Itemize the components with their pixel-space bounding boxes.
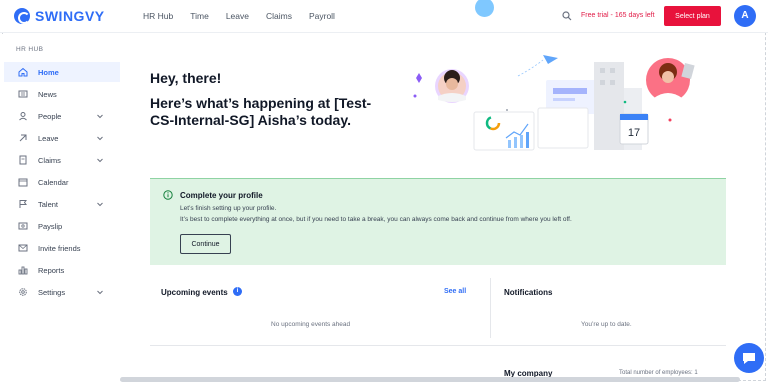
dashboard-illustration: 17 xyxy=(413,55,695,151)
sidebar-item-label: Calendar xyxy=(38,177,69,187)
sidebar-item-label: Home xyxy=(38,67,59,77)
sidebar-item-label: Payslip xyxy=(38,221,63,231)
notifications-empty: You’re up to date. xyxy=(581,321,632,328)
section-divider xyxy=(490,278,491,338)
chevron-down-icon xyxy=(97,290,103,295)
see-all-link[interactable]: See all xyxy=(444,288,466,295)
sidebar-item-calendar[interactable]: Calendar xyxy=(4,172,120,192)
sidebar-item-label: Talent xyxy=(38,199,59,209)
info-icon[interactable]: i xyxy=(233,287,242,296)
notifications-title: Notifications xyxy=(504,288,553,297)
calendar-day-number: 17 xyxy=(628,127,640,139)
talent-icon xyxy=(19,200,27,208)
profile-card-title: Complete your profile xyxy=(180,191,263,200)
sidebar-item-claims[interactable]: Claims xyxy=(4,150,120,170)
gear-icon xyxy=(19,288,27,296)
reports-icon xyxy=(18,266,28,275)
payslip-icon xyxy=(18,222,28,230)
topnav-leave[interactable]: Leave xyxy=(226,11,249,21)
people-icon xyxy=(19,112,27,121)
top-bar: SWINGVY HR Hub Time Leave Claims Payroll… xyxy=(0,0,768,33)
sidebar-item-label: News xyxy=(38,89,57,99)
horizontal-scrollbar[interactable] xyxy=(120,377,740,382)
upcoming-events-title: Upcoming events xyxy=(161,288,228,297)
topnav-claims[interactable]: Claims xyxy=(266,11,292,21)
sidebar-item-label: Settings xyxy=(38,287,66,297)
calendar-icon xyxy=(18,178,28,187)
sidebar-item-label: Leave xyxy=(38,133,59,143)
sidebar-heading: HR HUB xyxy=(16,46,44,53)
info-icon xyxy=(163,190,173,200)
greeting-title: Hey, there! xyxy=(150,70,222,86)
top-navigation: HR Hub Time Leave Claims Payroll xyxy=(143,11,352,21)
user-avatar[interactable]: A xyxy=(734,5,756,27)
profile-card-line1: Let’s finish setting up your profile. xyxy=(180,205,277,212)
leave-icon xyxy=(19,134,27,142)
topnav-hr-hub[interactable]: HR Hub xyxy=(143,11,173,21)
sidebar: HR HUB Home News People Leave Claims Cal… xyxy=(0,34,120,383)
chevron-down-icon xyxy=(97,202,103,207)
horizontal-divider xyxy=(150,345,726,346)
cursor-indicator xyxy=(475,0,494,17)
home-icon xyxy=(18,67,28,77)
sidebar-item-home[interactable]: Home xyxy=(4,62,120,82)
topnav-time[interactable]: Time xyxy=(190,11,209,21)
chat-icon xyxy=(743,353,755,364)
chevron-down-icon xyxy=(97,158,103,163)
sidebar-item-leave[interactable]: Leave xyxy=(4,128,120,148)
sidebar-item-news[interactable]: News xyxy=(4,84,120,104)
search-icon[interactable] xyxy=(562,11,572,21)
swingvy-logo-icon xyxy=(14,8,30,24)
sidebar-item-label: Claims xyxy=(38,155,61,165)
sidebar-item-talent[interactable]: Talent xyxy=(4,194,120,214)
topnav-payroll[interactable]: Payroll xyxy=(309,11,335,21)
sidebar-item-reports[interactable]: Reports xyxy=(4,260,120,280)
brand-name: SWINGVY xyxy=(35,8,105,24)
sidebar-item-people[interactable]: People xyxy=(4,106,120,126)
page-headline: Here’s what’s happening at [Test-CS-Inte… xyxy=(150,95,372,128)
sidebar-item-invite-friends[interactable]: Invite friends xyxy=(4,238,120,258)
news-icon xyxy=(18,90,28,98)
complete-profile-card: Complete your profile Let’s finish setti… xyxy=(150,178,726,265)
sidebar-item-settings[interactable]: Settings xyxy=(4,282,120,302)
upcoming-events-empty: No upcoming events ahead xyxy=(271,321,351,328)
sidebar-item-label: Invite friends xyxy=(38,243,81,253)
sidebar-item-payslip[interactable]: Payslip xyxy=(4,216,120,236)
claims-icon xyxy=(19,155,27,165)
sidebar-item-label: People xyxy=(38,111,62,121)
continue-button[interactable]: Continue xyxy=(180,234,231,254)
select-plan-button[interactable]: Select plan xyxy=(664,6,721,26)
chevron-down-icon xyxy=(97,114,103,119)
invite-icon xyxy=(18,244,28,252)
brand-logo[interactable]: SWINGVY xyxy=(14,8,105,24)
sidebar-item-label: Reports xyxy=(38,265,65,275)
total-employees: Total number of employees: 1 xyxy=(619,370,698,376)
chevron-down-icon xyxy=(97,136,103,141)
chat-button[interactable] xyxy=(734,343,764,373)
trial-status: Free trial - 165 days left xyxy=(581,12,655,19)
profile-card-line2: It’s best to complete everything at once… xyxy=(180,216,572,223)
